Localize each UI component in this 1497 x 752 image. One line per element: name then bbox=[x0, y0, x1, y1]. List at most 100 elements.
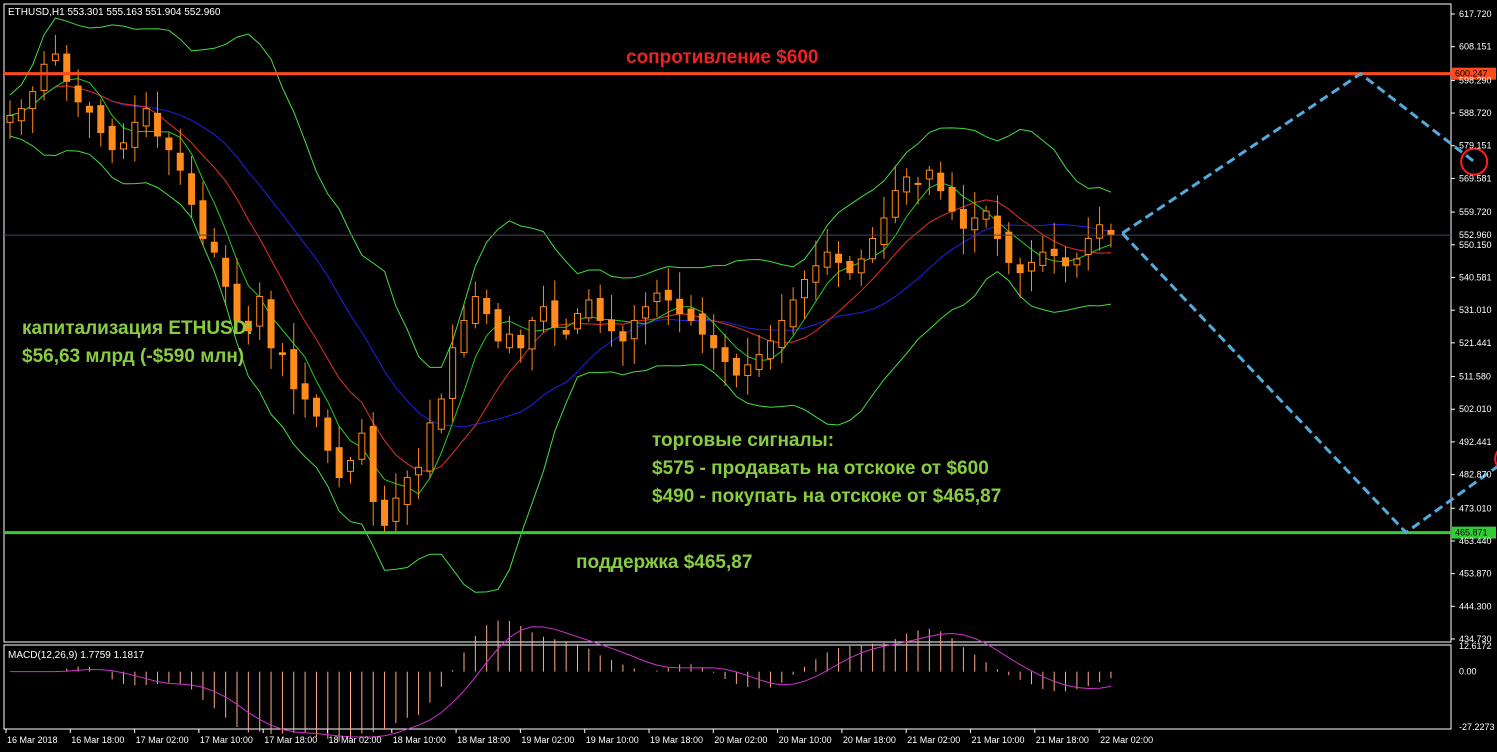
price-tick-label: 588.720 bbox=[1459, 108, 1492, 118]
candle-bull bbox=[766, 340, 774, 360]
candle-bear bbox=[1050, 248, 1058, 257]
candle-bear bbox=[664, 289, 672, 301]
candle-bear bbox=[948, 186, 956, 212]
candle-bull bbox=[415, 466, 423, 476]
target-circle bbox=[1460, 147, 1489, 176]
candle-bull bbox=[1073, 258, 1081, 266]
candle-bear bbox=[278, 352, 286, 356]
resistance-annotation: сопротивление $600 bbox=[626, 47, 818, 68]
candle-bull bbox=[142, 108, 150, 127]
candle-bull bbox=[426, 422, 434, 472]
candle-bull bbox=[392, 497, 400, 522]
time-axis: 16 Mar 2018 16 Mar 18:00 17 Mar 02:00 17 Ma… bbox=[5, 729, 1153, 745]
candle-bear bbox=[154, 112, 162, 137]
price-tick-label: 550.150 bbox=[1459, 240, 1492, 250]
time-tick-label: 20 Mar 02:00 bbox=[714, 735, 767, 745]
signals-title: торговые сигналы: bbox=[652, 430, 834, 451]
time-tick-label: 20 Mar 10:00 bbox=[779, 735, 832, 745]
candle-bull bbox=[812, 265, 820, 283]
candle-bull bbox=[1028, 261, 1035, 272]
ma-red-line bbox=[9, 85, 1112, 472]
price-chart: 600.247465.871552.960 12.61720.00-27.227… bbox=[3, 3, 1497, 745]
candle-bear bbox=[97, 105, 105, 134]
candle-bull bbox=[528, 319, 536, 350]
macd-header: MACD(12,26,9) 1.7759 1.1817 bbox=[8, 650, 145, 661]
ma-blue-line bbox=[9, 85, 1112, 428]
candle-bear bbox=[85, 105, 93, 113]
price-axis: 617.720 608.151 598.290 588.720 579.151 569.5… bbox=[1451, 9, 1492, 644]
candle-bear bbox=[914, 182, 922, 185]
time-tick-label: 17 Mar 02:00 bbox=[136, 735, 189, 745]
candle-bear bbox=[1062, 257, 1070, 267]
candle-bull bbox=[437, 398, 445, 430]
forecast-path-1 bbox=[1121, 71, 1476, 235]
candle-bear bbox=[381, 499, 389, 526]
candle-bull bbox=[471, 296, 479, 324]
candle-bear bbox=[835, 253, 843, 263]
candle-bear bbox=[483, 298, 491, 315]
candle-bear bbox=[846, 260, 854, 274]
candle-bull bbox=[755, 354, 763, 371]
candle-bear bbox=[233, 283, 241, 321]
candle-bear bbox=[335, 447, 343, 479]
price-tick-label: 482.870 bbox=[1459, 470, 1492, 480]
signal-sell: $575 - продавать на отскоке от $600 bbox=[652, 458, 989, 479]
candle-bull bbox=[505, 333, 513, 349]
candle-bull bbox=[1096, 224, 1104, 239]
price-tick-label: 453.870 bbox=[1459, 569, 1492, 579]
price-tick-label: 598.290 bbox=[1459, 75, 1492, 85]
price-tick-label: 511.580 bbox=[1459, 372, 1491, 382]
capitalization-line1: капитализация ETHUSD: bbox=[22, 318, 253, 339]
price-tick-label: 434.730 bbox=[1459, 634, 1492, 644]
price-tick-label: 608.151 bbox=[1459, 42, 1492, 52]
candle-bear bbox=[210, 241, 218, 253]
ma-green-line bbox=[9, 78, 1112, 495]
macd-panel-frame bbox=[3, 644, 1452, 730]
candle-bear bbox=[222, 257, 230, 287]
candle-bull bbox=[778, 319, 786, 348]
candle-bear bbox=[1107, 229, 1115, 236]
time-tick-label: 18 Mar 18:00 bbox=[457, 735, 510, 745]
candle-bear bbox=[551, 300, 559, 328]
symbol-header: ETHUSD,H1 553.301 555.163 551.904 552.96… bbox=[8, 7, 221, 18]
candle-bull bbox=[51, 53, 59, 61]
price-tick-label: 579.151 bbox=[1459, 141, 1492, 151]
candle-bull bbox=[971, 217, 979, 231]
candle-bull bbox=[403, 477, 411, 506]
time-tick-label: 19 Mar 02:00 bbox=[521, 735, 574, 745]
forecast-path-2 bbox=[1121, 232, 1497, 535]
candle-bear bbox=[608, 319, 616, 332]
candle-bull bbox=[789, 299, 797, 328]
candle-bear bbox=[596, 298, 604, 321]
candle-bull bbox=[857, 258, 865, 274]
price-tick-label: 444.300 bbox=[1459, 601, 1492, 611]
candle-bear bbox=[494, 309, 502, 342]
candle-bear bbox=[732, 357, 740, 376]
candle-bull bbox=[131, 121, 139, 148]
price-tick-label: 492.441 bbox=[1459, 437, 1492, 447]
candle-bull bbox=[744, 364, 752, 377]
macd-tick-label: 0.00 bbox=[1459, 667, 1477, 677]
candle-bear bbox=[74, 85, 82, 103]
price-tick-label: 473.010 bbox=[1459, 503, 1492, 513]
candle-bear bbox=[301, 383, 309, 400]
candle-bull bbox=[642, 306, 650, 319]
bollinger-middle bbox=[9, 85, 1112, 472]
candle-bear bbox=[937, 172, 945, 192]
candle-bull bbox=[869, 237, 877, 260]
price-tick-label: 540.581 bbox=[1459, 272, 1492, 282]
candle-bull bbox=[982, 210, 990, 220]
price-tick-label: 559.720 bbox=[1459, 207, 1492, 217]
candle-bull bbox=[460, 319, 468, 354]
candle-bull bbox=[891, 190, 899, 218]
time-tick-label: 20 Mar 18:00 bbox=[843, 735, 896, 745]
candle-bull bbox=[17, 108, 25, 122]
current-price-label: 552.960 bbox=[1459, 230, 1492, 240]
candle-bull bbox=[120, 142, 127, 150]
price-tick-label: 502.010 bbox=[1459, 404, 1492, 414]
candle-bull bbox=[358, 432, 366, 460]
candle-bear bbox=[176, 152, 184, 171]
price-tick-label: 531.010 bbox=[1459, 305, 1492, 315]
price-tick-label: 463.440 bbox=[1459, 536, 1492, 546]
candle-bull bbox=[801, 278, 808, 299]
